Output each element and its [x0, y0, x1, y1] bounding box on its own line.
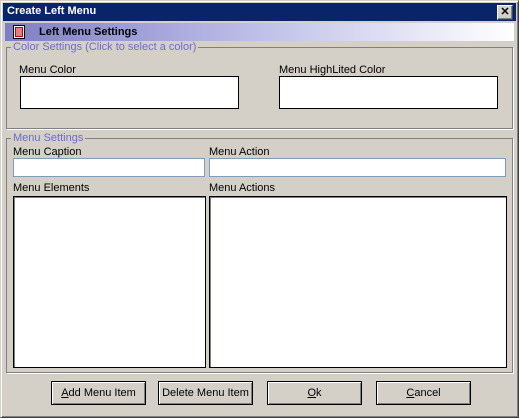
- menu-color-swatch[interactable]: [20, 76, 239, 109]
- menu-action-label: Menu Action: [209, 146, 270, 158]
- color-settings-legend: Color Settings (Click to select a color): [11, 41, 199, 53]
- delete-menu-item-button[interactable]: Delete Menu Item: [158, 381, 253, 405]
- menu-settings-legend: Menu Settings: [11, 132, 86, 144]
- add-label-rest: dd Menu Item: [68, 387, 136, 399]
- create-left-menu-window: Create Left Menu ✕ Left Menu Settings Co…: [0, 0, 519, 418]
- window-title: Create Left Menu: [7, 5, 97, 17]
- header-band: Left Menu Settings: [5, 23, 514, 41]
- menu-settings-group: Menu Settings Menu Caption Menu Action M…: [6, 132, 513, 373]
- menu-highlited-color-label: Menu HighLited Color: [279, 64, 386, 76]
- menu-highlited-color-swatch[interactable]: [279, 76, 498, 109]
- cancel-button[interactable]: Cancel: [376, 381, 471, 405]
- menu-actions-list[interactable]: [209, 196, 507, 368]
- add-mnemonic: A: [61, 387, 69, 399]
- document-icon: [13, 25, 25, 39]
- delete-label: Delete Menu Item: [162, 387, 249, 399]
- header-title: Left Menu Settings: [39, 26, 138, 38]
- title-bar: Create Left Menu ✕: [3, 3, 516, 21]
- menu-action-input[interactable]: [209, 158, 506, 177]
- color-settings-group: Color Settings (Click to select a color)…: [6, 41, 513, 129]
- menu-actions-label: Menu Actions: [209, 182, 276, 194]
- menu-elements-list[interactable]: [13, 196, 206, 368]
- cancel-label-rest: ancel: [414, 387, 441, 399]
- close-icon: ✕: [500, 6, 510, 18]
- menu-caption-input[interactable]: [13, 158, 205, 177]
- ok-button[interactable]: Ok: [267, 381, 362, 405]
- menu-caption-label: Menu Caption: [13, 146, 82, 158]
- add-menu-item-button[interactable]: Add Menu Item: [51, 381, 146, 405]
- ok-mnemonic: O: [307, 387, 317, 399]
- close-button[interactable]: ✕: [497, 5, 513, 20]
- menu-elements-label: Menu Elements: [13, 182, 90, 194]
- ok-label-rest: k: [316, 387, 322, 399]
- menu-color-label: Menu Color: [19, 64, 76, 76]
